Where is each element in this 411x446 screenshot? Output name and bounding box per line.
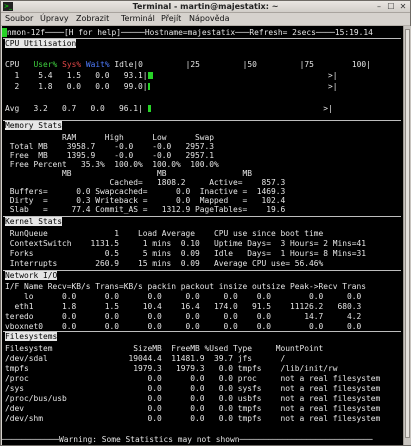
kernel-line: Forks 0.5 5 mins 0.09 Idle Days= 1 Hours… (5, 249, 367, 258)
terminal-window: >_ Terminal - martin@majestatix: ~ – ☐ ✕… (0, 0, 411, 446)
cpu-row-avg: Avg 3.2 0.7 0.0 96.1| >| (5, 104, 333, 113)
header-hostname: Hostname=majestatix (144, 28, 236, 37)
memory-line: Free MB 1395.9 -0.0 -0.0 2957.1 (5, 151, 215, 160)
filesystems-section-title: Filesystems (5, 332, 58, 341)
network-line: lo 0.0 0.0 0.0 0.0 0.0 0.0 0.0 0.0 (5, 292, 362, 301)
cpu-section-title: CPU Utilisation (5, 39, 77, 48)
filesystem-line: Filesystem SizeMB FreeMB %Used Type Moun… (5, 344, 324, 353)
minimize-icon[interactable]: – (374, 2, 384, 11)
memory-line: Cached= 1808.2 Active= 857.3 (5, 178, 286, 187)
network-section-title: Network I/O (5, 271, 58, 280)
menu-bar: Soubor Úpravy Zobrazit Terminál Přejít N… (1, 13, 410, 26)
terminal-screen[interactable]: nmon-12f────[H for help]─────Hostname=ma… (2, 26, 403, 445)
memory-line: RAM High Low Swap (5, 133, 215, 142)
kernel-line: RunQueue 1 Load Average CPU use since bo… (5, 229, 324, 238)
cpu1-usage-bar (148, 72, 153, 79)
network-line: vboxnet0 0.0 0.0 0.0 0.0 0.0 0.0 0.0 0.0 (5, 322, 362, 331)
memory-line: MB MB MB (5, 169, 253, 178)
memory-line: Buffers= 0.0 Swapcached= 0.0 Inactive = … (5, 187, 286, 196)
memory-line: Slab = 77.4 Commit_AS = 1312.9 PageTable… (5, 205, 286, 214)
menu-view[interactable]: Zobrazit (76, 13, 109, 25)
close-icon[interactable]: ✕ (398, 2, 408, 11)
filesystem-line: /dev 0.0 0.0 0.0 tmpfs not a real filesy… (5, 404, 381, 413)
menu-help[interactable]: Nápověda (189, 13, 230, 25)
cpu2-usage-bar (148, 83, 150, 90)
kernel-line: Interrupts 260.9 15 mins 0.09 Average CP… (5, 259, 324, 268)
header-help: [H for help] (64, 28, 122, 37)
cpu-row-1: 1 5.4 1.5 0.0 93.1| >| (5, 71, 338, 80)
filesystem-line: tmpfs 1979.3 1979.3 0.0 tmpfs /lib/init/… (5, 364, 338, 373)
memory-line: Dirty = 0.3 Writeback = 0.0 Mapped = 102… (5, 196, 286, 205)
cpu-row-2: 2 1.8 0.0 0.0 99.0| >| (5, 82, 338, 91)
maximize-icon[interactable]: ☐ (386, 2, 396, 11)
menu-terminal[interactable]: Terminál (121, 13, 155, 25)
window-title: Terminal - martin@majestatix: ~ (132, 2, 279, 11)
terminal-cursor (2, 28, 7, 37)
filesystem-line: /dev/shm 0.0 0.0 0.0 tmpfs not a real fi… (5, 414, 381, 423)
kernel-line: ContextSwitch 1131.5 1 mins 0.10 Uptime … (5, 239, 367, 248)
menu-go[interactable]: Přejít (161, 13, 181, 25)
scrollbar-thumb[interactable] (405, 29, 410, 438)
warning-footer: ────────────Warning: Some Statistics may… (2, 435, 373, 444)
header-time: 15:19.14 (334, 28, 373, 37)
memory-section-title: Memory Stats (5, 121, 63, 130)
network-line: teredo 0.0 0.0 0.0 0.0 0.0 0.0 14.7 4.2 (5, 312, 362, 321)
filesystem-line: /sys 0.0 0.0 0.0 sysfs not a real filesy… (5, 384, 381, 393)
cpu-avg-usage-bar (148, 105, 151, 112)
filesystem-line: /proc 0.0 0.0 0.0 proc not a real filesy… (5, 374, 381, 383)
terminal-scrollbar[interactable] (403, 26, 411, 445)
memory-line: Total MB 3958.7 -0.0 -0.0 2957.3 (5, 142, 215, 151)
cpu-header-row: CPU User% Sys% Wait% Idle|0 |25 |50 |75 … (5, 60, 371, 69)
menu-file[interactable]: Soubor (5, 13, 33, 25)
filesystem-line: /dev/sdal 19044.4 11481.9 39.7 jfs / (5, 354, 286, 363)
nmon-header: nmon-12f────[H for help]─────Hostname=ma… (2, 28, 373, 37)
network-line: eth1 1.8 1.5 10.4 16.4 174.0 91.5 11126.… (5, 302, 362, 311)
header-refresh: Refresh= 2secs (249, 28, 316, 37)
title-bar[interactable]: >_ Terminal - martin@majestatix: ~ – ☐ ✕ (1, 1, 410, 13)
filesystem-line: /proc/bus/usb 0.0 0.0 0.0 usbfs not a re… (5, 394, 381, 403)
memory-line: Free Percent 35.3% 100.0% 100.0% 100.0% (5, 160, 219, 169)
network-line: I/F Name Recv=KB/s Trans=KB/s packin pac… (5, 282, 367, 291)
menu-edit[interactable]: Úpravy (40, 13, 69, 25)
kernel-section-title: Kernel Stats (5, 217, 63, 226)
